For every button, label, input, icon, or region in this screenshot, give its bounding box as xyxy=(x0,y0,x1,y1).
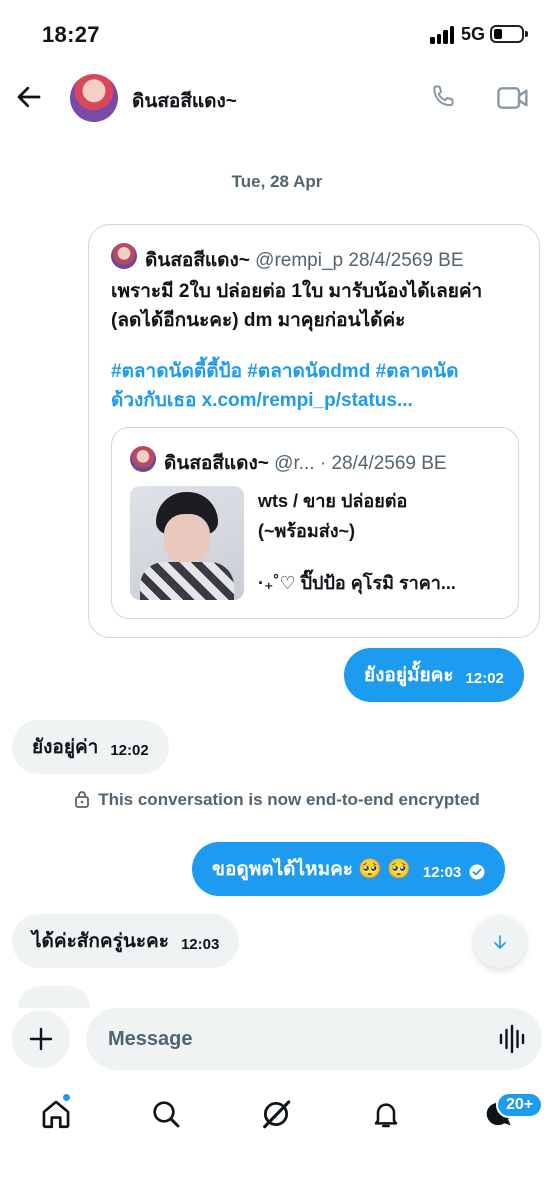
lock-icon xyxy=(75,791,90,808)
plus-icon xyxy=(29,1027,53,1051)
contact-name[interactable]: ดินสอสีแดง~ xyxy=(132,86,237,116)
post-hashtags[interactable]: #ตลาดนัดตี้ตี้ป้อ #ตลาดนัดdmd #ตลาดนัด ด… xyxy=(111,357,531,415)
post-author-name: ดินสอสีแดง~ xyxy=(145,250,250,271)
tab-grok[interactable] xyxy=(256,1094,296,1134)
quoted-author-name: ดินสอสีแดง~ xyxy=(164,453,269,474)
message-text: ได้ค่ะสักครู่นะคะ xyxy=(32,931,169,952)
hashtag-line[interactable]: ด้วงกับเธอ x.com/rempi_p/status... xyxy=(111,386,531,415)
post-author-meta: @rempi_p 28/4/2569 BE xyxy=(255,250,464,271)
message-text: ยังอยู่มั้ยคะ xyxy=(364,665,454,686)
post-text: เพราะมี 2ใบ ปล่อยต่อ 1ใบ มารับน้องได้เลย… xyxy=(111,277,531,335)
hashtag-line[interactable]: #ตลาดนัดตี้ตี้ป้อ #ตลาดนัดdmd #ตลาดนัด xyxy=(111,357,531,386)
post-author-avatar xyxy=(111,243,137,269)
back-arrow-icon[interactable] xyxy=(14,82,44,112)
message-time: 12:02 xyxy=(110,741,149,759)
message-text: ยังอยู่ค่า xyxy=(32,737,99,758)
encryption-notice-text: This conversation is now end-to-end encr… xyxy=(98,790,480,809)
arrow-down-icon xyxy=(494,935,506,949)
message-bubble-received[interactable]: ได้ค่ะสักครู่นะคะ 12:03 xyxy=(12,914,240,968)
message-text: ขอดูพตได้ไหมคะ 🥺 🥺 xyxy=(212,859,411,880)
contact-avatar[interactable] xyxy=(70,74,118,122)
home-icon xyxy=(42,1100,70,1129)
tab-notifications[interactable] xyxy=(366,1094,406,1134)
battery-icon xyxy=(490,25,528,43)
encryption-notice: This conversation is now end-to-end encr… xyxy=(0,790,554,810)
message-time: 12:03 xyxy=(422,863,462,881)
video-call-icon[interactable] xyxy=(496,84,530,112)
quoted-text-line: ·₊˚♡ ปิ๊ปป้อ คุโรมิ ราคา... xyxy=(258,573,456,593)
status-bar: 18:27 5G xyxy=(0,0,554,66)
messages-count-badge: 20+ xyxy=(496,1092,544,1118)
message-input[interactable] xyxy=(108,1008,488,1070)
quoted-post-header: ดินสอสีแดง~ @r... · 28/4/2569 BE xyxy=(164,448,447,478)
message-bubble-partial xyxy=(18,986,90,1008)
status-time: 18:27 xyxy=(42,22,100,47)
quoted-text-line: wts / ขาย ปล่อยต่อ xyxy=(258,491,408,511)
message-bubble-sent[interactable]: ยังอยู่มั้ยคะ 12:02 xyxy=(344,648,524,702)
message-bubble-sent[interactable]: ขอดูพตได้ไหมคะ 🥺 🥺 12:03 xyxy=(192,842,506,896)
scroll-to-bottom-button[interactable] xyxy=(474,916,526,968)
search-icon xyxy=(153,1101,180,1128)
quoted-post-photo[interactable] xyxy=(130,486,244,600)
quoted-text-line: (~พร้อมส่ง~) xyxy=(258,521,355,541)
quoted-post[interactable]: ดินสอสีแดง~ @r... · 28/4/2569 BE wts / ข… xyxy=(111,427,519,619)
phone-call-icon[interactable] xyxy=(428,82,458,112)
post-text-line: เพราะมี 2ใบ ปล่อยต่อ 1ใบ มารับน้องได้เลย… xyxy=(111,281,483,302)
shared-post-card[interactable]: ดินสอสีแดง~ @rempi_p 28/4/2569 BE เพราะม… xyxy=(88,224,540,638)
home-notification-dot xyxy=(62,1093,71,1102)
quoted-post-text: wts / ขาย ปล่อยต่อ (~พร้อมส่ง~) xyxy=(258,486,510,546)
date-separator: Tue, 28 Apr xyxy=(231,172,323,191)
conversation-header: ดินสอสีแดง~ xyxy=(0,66,554,132)
post-text-line: (ลดได้อีกนะคะ) dm มาคุยก่อนได้ค่ะ xyxy=(111,310,406,331)
quoted-author-meta: @r... · 28/4/2569 BE xyxy=(274,453,447,474)
message-time: 12:03 xyxy=(180,935,220,953)
bell-icon xyxy=(374,1103,398,1128)
add-attachment-button[interactable] xyxy=(12,1010,70,1068)
message-time: 12:02 xyxy=(465,669,504,687)
post-header: ดินสอสีแดง~ @rempi_p 28/4/2569 BE xyxy=(145,245,464,275)
message-bubble-received[interactable]: ยังอยู่ค่า 12:02 xyxy=(12,720,169,774)
message-composer xyxy=(86,1008,542,1070)
read-receipt-icon xyxy=(469,864,485,880)
quoted-author-avatar xyxy=(130,446,156,472)
grok-icon xyxy=(263,1100,291,1129)
signal-icon xyxy=(430,26,456,44)
voice-message-icon[interactable] xyxy=(498,1024,526,1054)
tab-explore[interactable] xyxy=(146,1094,186,1134)
network-type: 5G xyxy=(461,24,486,44)
